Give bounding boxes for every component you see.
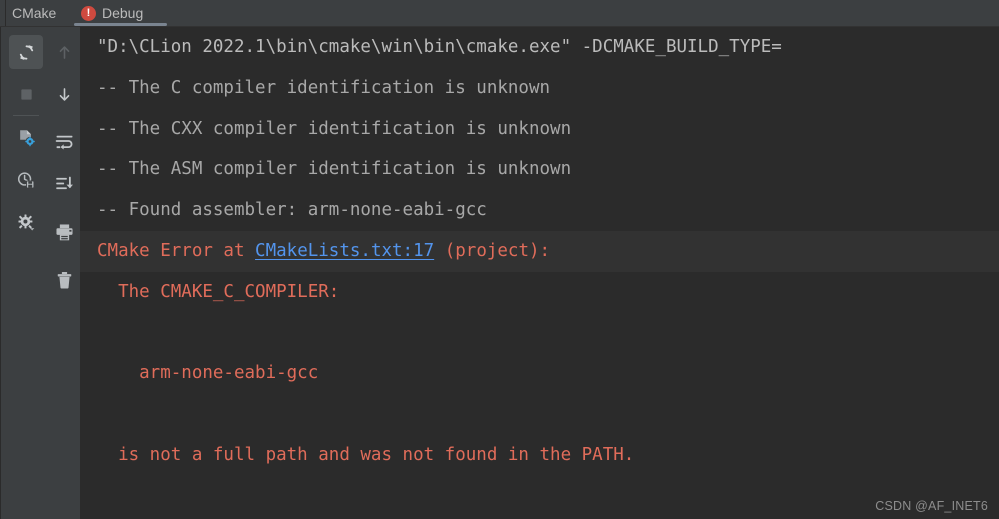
scroll-to-end-icon: [55, 176, 73, 189]
cmakelists-file-link[interactable]: CMakeLists.txt:17: [255, 241, 434, 261]
refresh-icon: [19, 44, 33, 60]
toolbar-separator: [13, 115, 39, 116]
line-c-compiler: -- The C compiler identification is unkn…: [97, 77, 551, 98]
next-occurrence-button[interactable]: [47, 77, 81, 111]
line-error-header: CMake Error at CMakeLists.txt:17 (projec…: [80, 230, 999, 272]
console-settings-button[interactable]: [9, 205, 43, 239]
console-toolbar-secondary-column: [44, 27, 84, 297]
line-error-blank-1: [80, 313, 999, 354]
stop-button[interactable]: [9, 77, 43, 111]
trash-icon: [57, 271, 71, 289]
soft-wrap-icon: [55, 135, 72, 149]
tab-debug-label: Debug: [102, 5, 144, 21]
line-error-detail: is not a full path and was not found in …: [97, 444, 635, 465]
line-error-blank-2: [80, 394, 999, 435]
console-toolbar-primary-column: [6, 27, 46, 239]
previous-occurrence-button[interactable]: [47, 35, 81, 69]
line-command: "D:\CLion 2022.1\bin\cmake\win\bin\cmake…: [97, 37, 782, 57]
tabbar-left-divider: [5, 0, 6, 27]
line-error-header-segment-0: CMake Error at: [97, 240, 256, 261]
file-gear-icon: [19, 129, 35, 146]
line-error-compiler-var: The CMAKE_C_COMPILER:: [97, 281, 340, 302]
line-error-header-segment-2: (project):: [434, 240, 551, 261]
clock-save-icon: [17, 171, 34, 188]
chevron-down-icon: [29, 227, 34, 231]
soft-wrap-button[interactable]: [47, 125, 81, 159]
line-asm-compiler: -- The ASM compiler identification is un…: [97, 159, 572, 180]
console-line-list: "D:\CLion 2022.1\bin\cmake\win\bin\cmake…: [80, 27, 999, 476]
tool-window-title: CMake: [12, 5, 57, 21]
scroll-to-end-button[interactable]: [47, 167, 81, 201]
clear-all-button[interactable]: [47, 263, 81, 297]
rerun-cmake-button[interactable]: [9, 35, 43, 69]
cmake-settings-button[interactable]: [9, 121, 43, 155]
print-button[interactable]: [47, 215, 81, 249]
line-cxx-compiler: -- The CXX compiler identification is un…: [97, 118, 572, 139]
printer-icon: [55, 223, 73, 240]
arrow-down-icon: [59, 87, 69, 101]
gear-dropdown-icon: [17, 213, 34, 231]
line-found-assembler: -- Found assembler: arm-none-eabi-gcc: [97, 200, 487, 221]
reset-cache-reload-button[interactable]: [9, 163, 43, 197]
tool-window-tabbar: CMake ! Debug: [0, 0, 999, 27]
sidebar-left-border: [0, 27, 1, 519]
error-circle-icon: !: [81, 6, 96, 21]
build-output-console[interactable]: "D:\CLion 2022.1\bin\cmake\win\bin\cmake…: [80, 27, 999, 519]
watermark: CSDN @AF_INET6: [875, 499, 988, 513]
arrow-up-icon: [59, 45, 69, 59]
console-toolbar: [0, 27, 80, 519]
cmake-tool-window: CMake ! Debug "D:\CLion 2022.1\bin\cmake…: [0, 0, 999, 519]
stop-square-icon: [20, 88, 32, 100]
line-error-compiler-value: arm-none-eabi-gcc: [97, 363, 319, 384]
error-badge-glyph: !: [86, 7, 91, 19]
